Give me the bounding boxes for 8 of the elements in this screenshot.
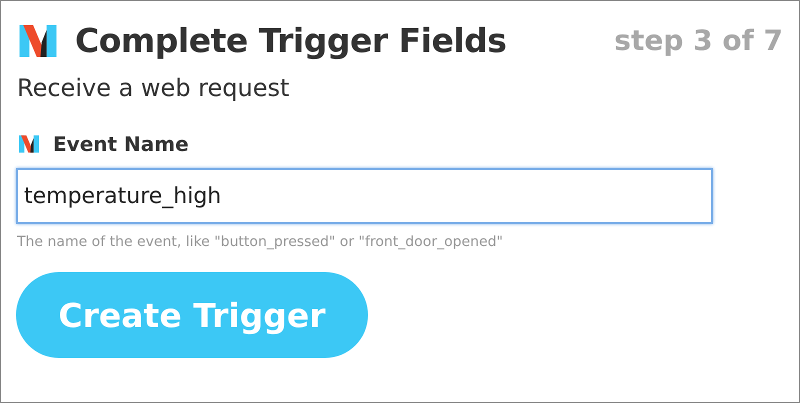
logo-icon [19, 24, 57, 56]
field-label: Event Name [53, 132, 189, 156]
step-indicator: step 3 of 7 [614, 24, 783, 57]
event-name-field[interactable]: temperature_high [16, 168, 713, 224]
trigger-subtitle: Receive a web request [17, 74, 290, 102]
logo-icon [19, 135, 39, 153]
field-hint: The name of the event, like "button_pressed" or "front_door_opened" [17, 234, 504, 250]
page-title: Complete Trigger Fields [75, 21, 508, 60]
